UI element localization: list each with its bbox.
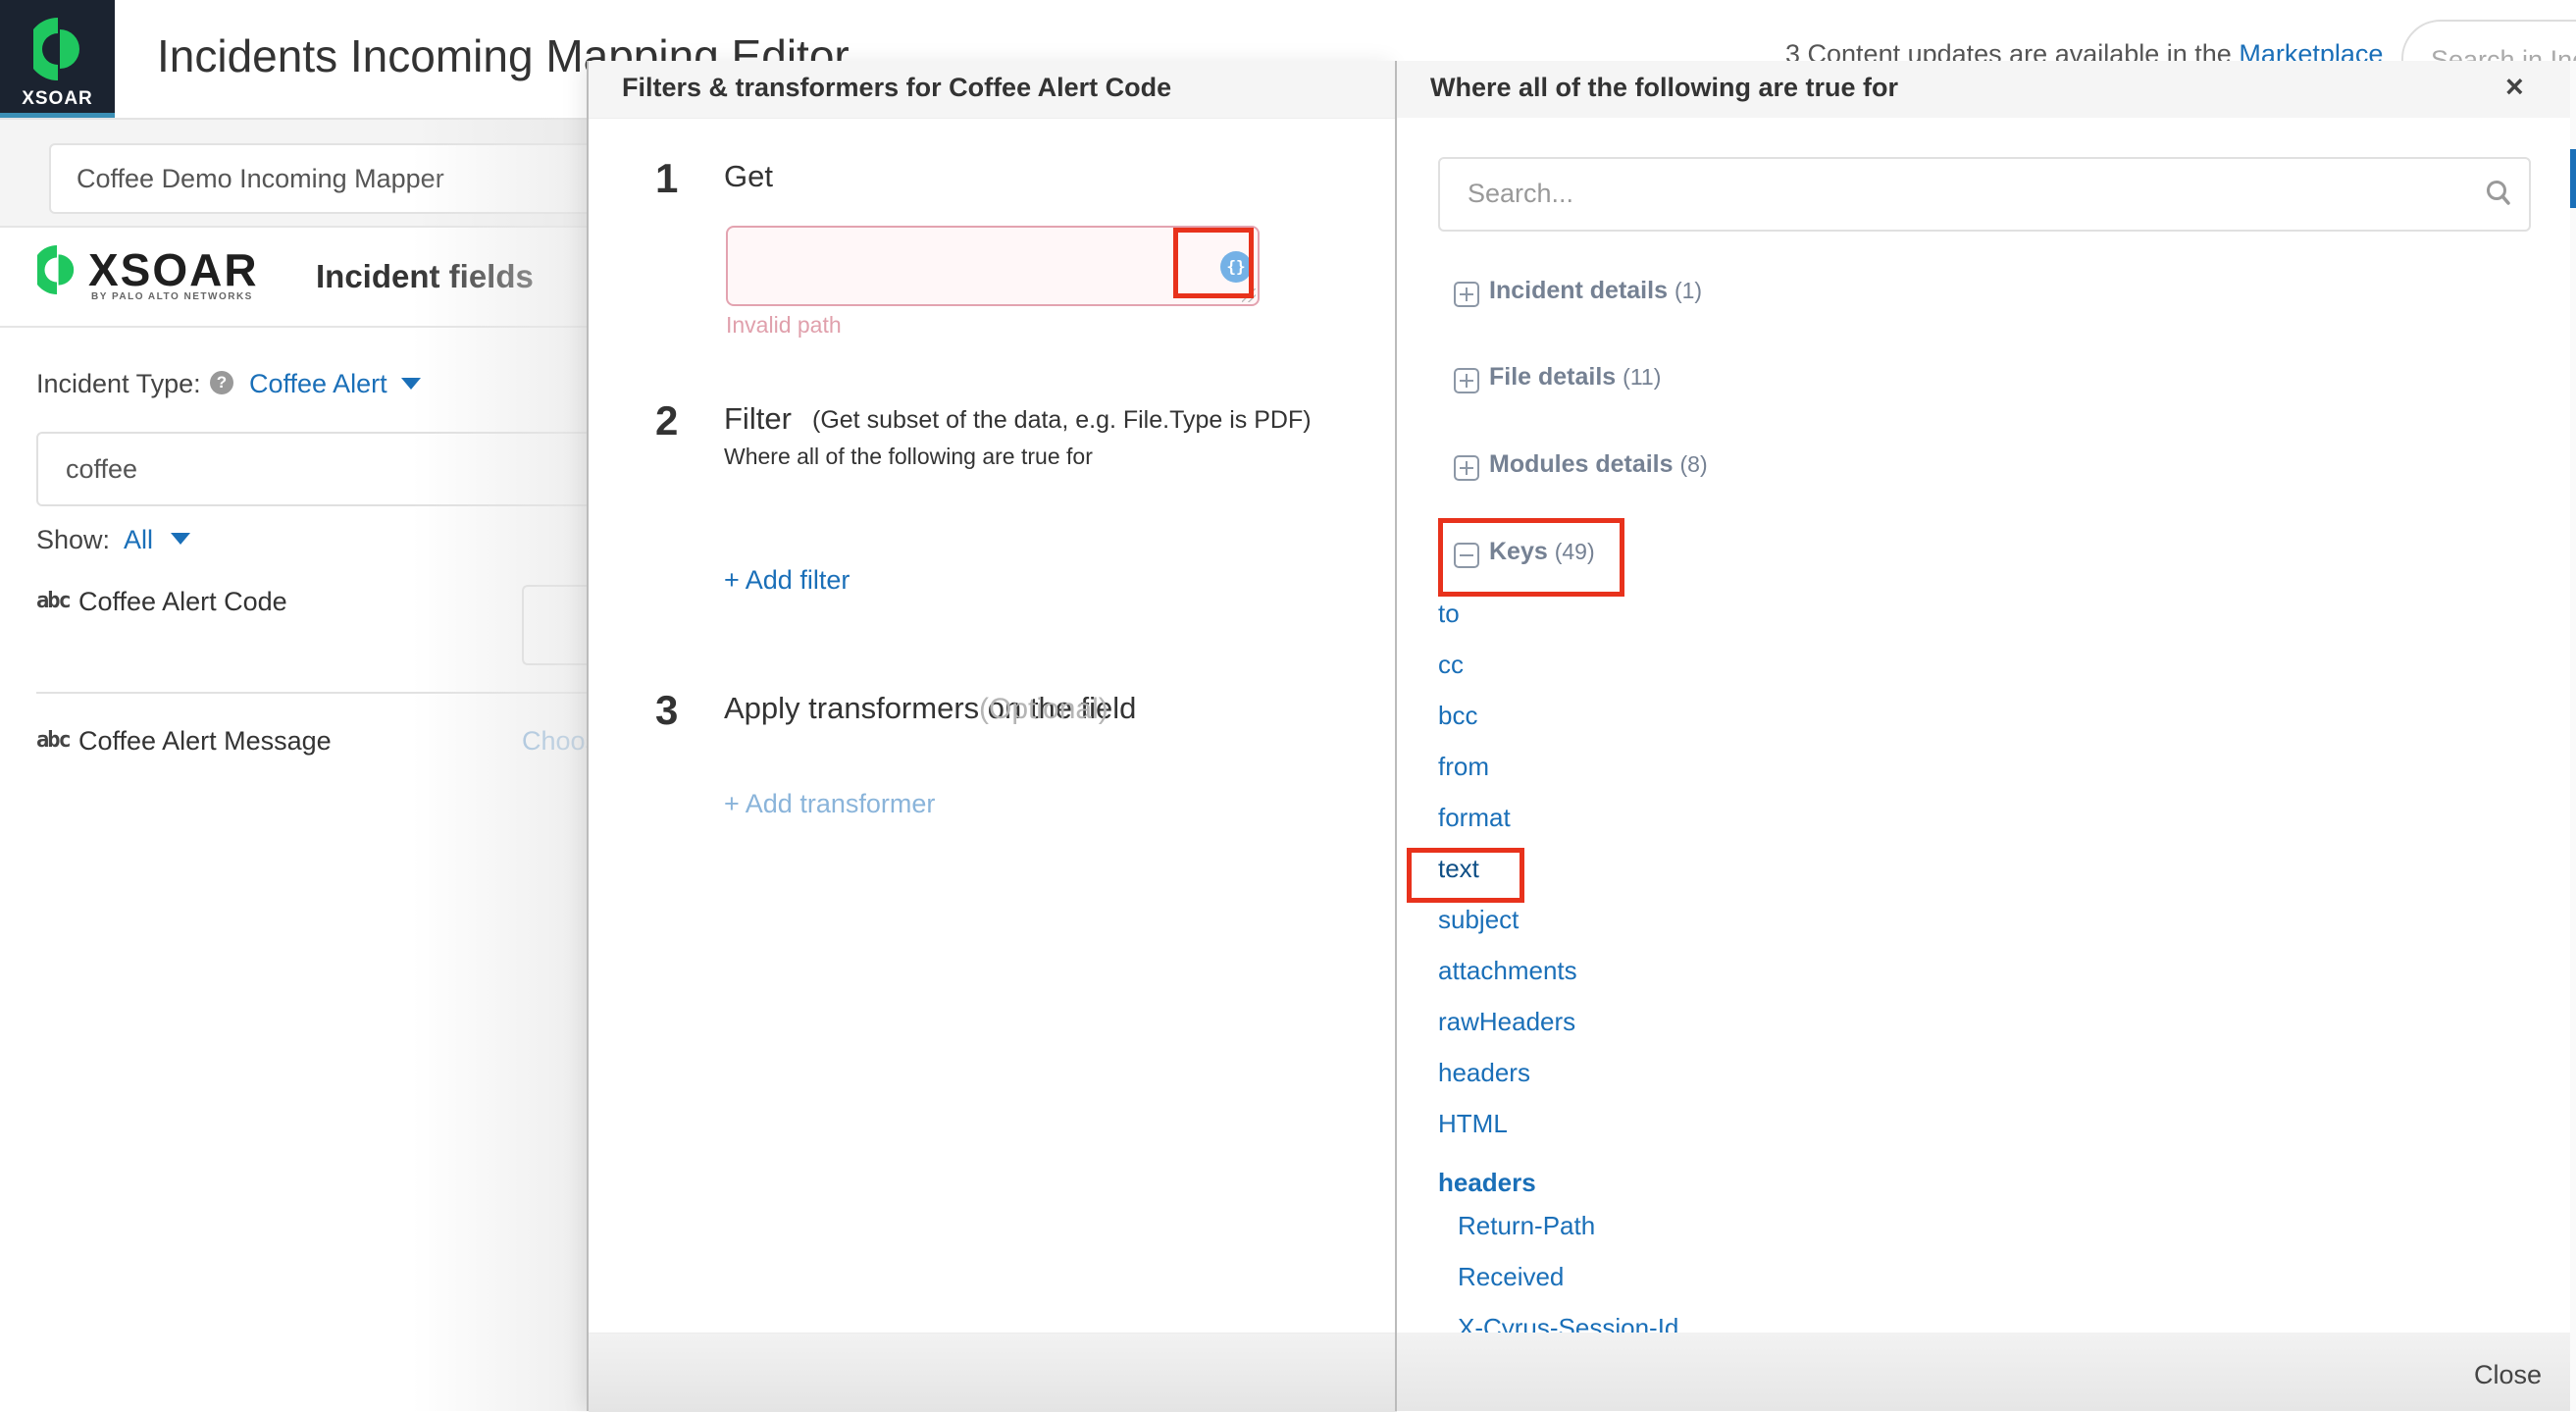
field-row-label: Coffee Alert Code	[78, 587, 287, 616]
key-item-from[interactable]: from	[1438, 752, 1489, 782]
modal-title: Filters & transformers for Coffee Alert …	[622, 73, 1172, 102]
annotation-highlight-box	[1438, 518, 1624, 597]
group-label: File details	[1489, 363, 1617, 391]
key-item-rawheaders[interactable]: rawHeaders	[1438, 1007, 1575, 1037]
add-transformer-button[interactable]: + Add transformer	[724, 789, 935, 819]
expand-plus-icon[interactable]	[1454, 368, 1479, 393]
modal-title: Where all of the following are true for	[1430, 73, 1899, 102]
step-number: 1	[655, 155, 679, 201]
close-icon[interactable]: ×	[2505, 69, 2524, 105]
xsoar-brand-mark-icon	[37, 245, 75, 294]
validation-error: Invalid path	[726, 312, 842, 338]
brand-tagline: BY PALO ALTO NETWORKS	[91, 291, 253, 302]
annotation-highlight-box	[1407, 848, 1524, 903]
key-item-attachments[interactable]: attachments	[1438, 956, 1577, 986]
key-item-to[interactable]: to	[1438, 599, 1460, 629]
show-filter-label: Show:	[36, 525, 111, 554]
annotation-highlight-box	[1173, 228, 1254, 298]
step-title-filter: Filter	[724, 401, 792, 436]
search-placeholder: Search...	[1468, 179, 1574, 208]
xsoar-logo[interactable]: XSOAR	[0, 0, 115, 118]
key-item-html[interactable]: HTML	[1438, 1109, 1508, 1139]
filters-transformers-modal: Filters & transformers for Coffee Alert …	[587, 61, 1397, 1412]
group-label: Incident details	[1489, 277, 1668, 304]
group-count: (8)	[1679, 451, 1708, 477]
brand-wordmark: XSOAR	[88, 244, 259, 295]
optional-label: (Optional)	[979, 693, 1108, 725]
show-filter-dropdown[interactable]: All	[124, 525, 153, 555]
string-type-icon: abc	[36, 728, 72, 753]
step-hint: (Get subset of the data, e.g. File.Type …	[812, 406, 1312, 434]
nested-group-headers[interactable]: headers	[1438, 1168, 1536, 1198]
step-number: 3	[655, 687, 679, 733]
key-item-format[interactable]: format	[1438, 803, 1511, 833]
close-button[interactable]: Close	[2474, 1360, 2542, 1390]
add-filter-button[interactable]: + Add filter	[724, 565, 850, 596]
context-picker-modal: Where all of the following are true for …	[1395, 61, 2574, 1411]
expand-plus-icon[interactable]	[1454, 282, 1479, 307]
step-number: 2	[655, 397, 679, 444]
group-count: (11)	[1623, 364, 1662, 390]
key-item-received[interactable]: Received	[1458, 1262, 1564, 1292]
search-icon	[2487, 181, 2510, 205]
modal-header: Filters & transformers for Coffee Alert …	[589, 61, 1397, 119]
step-title-get: Get	[724, 159, 773, 193]
background-button-edge	[2570, 149, 2576, 208]
modal-header: Where all of the following are true for …	[1397, 61, 2572, 118]
incident-type-dropdown[interactable]: Coffee Alert	[249, 369, 387, 399]
key-item-subject[interactable]: subject	[1438, 905, 1519, 935]
modal-footer	[589, 1333, 1397, 1412]
string-type-icon: abc	[36, 589, 72, 613]
expand-plus-icon[interactable]	[1454, 455, 1479, 481]
key-item-return-path[interactable]: Return-Path	[1458, 1211, 1595, 1241]
xsoar-logo-mark-icon	[33, 18, 79, 80]
background-page-edge	[2570, 61, 2576, 1411]
modal-shadow	[412, 118, 589, 1411]
logo-underline	[0, 113, 115, 118]
chevron-down-icon[interactable]	[171, 533, 190, 545]
step-subtitle: Where all of the following are true for	[724, 444, 1093, 469]
modal-footer: Close	[1397, 1333, 2572, 1411]
help-icon[interactable]: ?	[210, 371, 233, 394]
key-item-headers[interactable]: headers	[1438, 1058, 1530, 1088]
group-label: Modules details	[1489, 450, 1674, 478]
key-item-cc[interactable]: cc	[1438, 650, 1464, 680]
group-count: (1)	[1674, 278, 1703, 303]
context-search-input[interactable]: Search...	[1438, 157, 2531, 232]
field-row-label: Coffee Alert Message	[78, 726, 332, 756]
key-item-bcc[interactable]: bcc	[1438, 701, 1477, 731]
logo-text: XSOAR	[22, 88, 93, 109]
incident-type-label: Incident Type:	[36, 369, 201, 398]
